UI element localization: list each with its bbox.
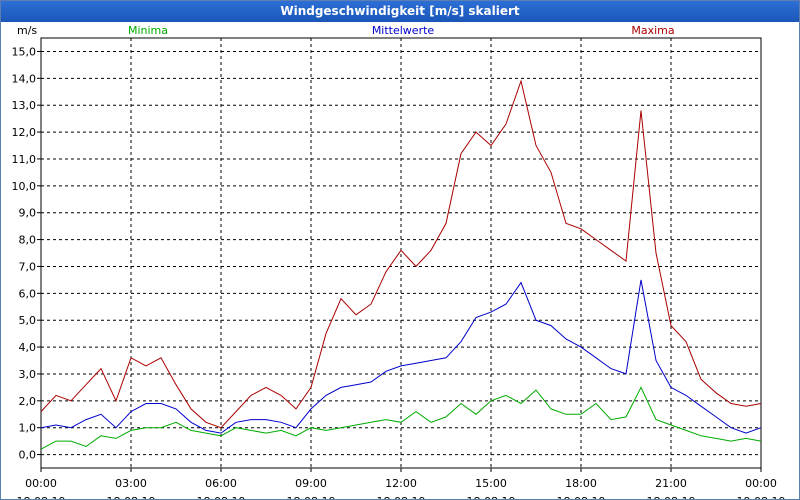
y-tick-label: 7,0 [19,260,37,273]
x-tick-time: 03:00 [115,477,147,490]
x-tick-date: 18.08.19 [287,495,336,499]
x-tick-date: 18.08.19 [197,495,246,499]
x-axis: 00:00 18.08.19 03:00 18.08.19 06:00 18.08.19 0… [17,468,786,499]
y-tick-label: 8,0 [19,234,37,247]
x-tick-time: 06:00 [205,477,237,490]
x-tick-time: 00:00 [25,477,57,490]
y-tick-label: 12,0 [12,126,37,139]
y-tick-label: 6,0 [19,287,37,300]
x-tick-time: 00:00 [745,477,777,490]
y-tick-label: 9,0 [19,207,37,220]
wind-speed-chart: 0,0 1,0 2,0 3,0 4,0 5,0 6,0 7,0 8,0 9,0 10,0 11,0 12… [12,24,786,499]
x-tick-date: 18.08.19 [467,495,516,499]
y-tick-label: 15,0 [12,45,37,58]
y-tick-label: 10,0 [12,180,37,193]
y-tick-label: 2,0 [19,395,37,408]
x-tick-time: 09:00 [295,477,327,490]
x-tick-date: 18.08.19 [17,495,66,499]
x-tick-time: 21:00 [655,477,687,490]
y-tick-label: 0,0 [19,449,37,462]
y-axis-unit: m/s [17,24,37,37]
x-tick-time: 15:00 [475,477,507,490]
x-tick-date: 19.08.19 [737,495,786,499]
y-tick-label: 13,0 [12,99,37,112]
x-tick-date: 18.08.19 [557,495,606,499]
legend-entry: Mittelwerte [372,24,435,37]
x-tick-time: 12:00 [385,477,417,490]
y-tick-label: 4,0 [19,341,37,354]
legend-entry: Maxima [631,24,674,37]
x-tick-date: 18.08.19 [377,495,426,499]
legend-entry: Minima [128,24,168,37]
x-tick-time: 18:00 [565,477,597,490]
x-tick-date: 18.08.19 [107,495,156,499]
legend: Minima Mittelwerte Maxima [128,24,675,37]
window-title: Windgeschwindigkeit [m/s] skaliert [1,1,799,22]
y-tick-label: 11,0 [12,153,37,166]
x-tick-date: 18.08.19 [647,495,696,499]
y-tick-label: 14,0 [12,72,37,85]
y-axis: 0,0 1,0 2,0 3,0 4,0 5,0 6,0 7,0 8,0 9,0 10,0 11,0 12… [12,45,41,462]
y-tick-label: 3,0 [19,368,37,381]
y-tick-label: 1,0 [19,422,37,435]
chart-window: Windgeschwindigkeit [m/s] skaliert 0,0 1,… [0,0,800,500]
y-tick-label: 5,0 [19,314,37,327]
